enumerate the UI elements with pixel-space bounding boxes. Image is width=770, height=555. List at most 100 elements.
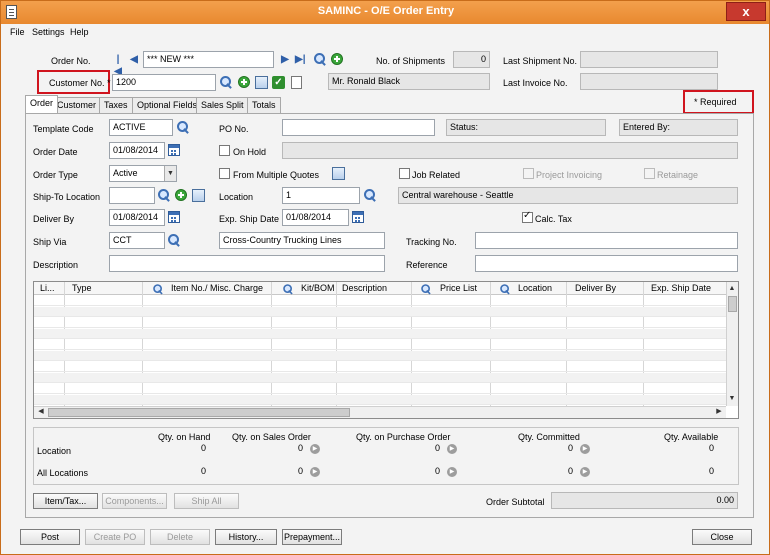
window-close-button[interactable]: x — [726, 2, 766, 21]
po-no-input[interactable] — [282, 119, 435, 136]
location-input[interactable]: 1 — [282, 187, 360, 204]
order-no-input[interactable]: *** NEW *** — [143, 51, 274, 68]
add-ship-to-location-plus-icon[interactable] — [175, 189, 187, 201]
description-input[interactable] — [109, 255, 385, 272]
exp-ship-date-input[interactable]: 01/08/2014 — [282, 209, 349, 226]
ship-via-description-input[interactable]: Cross-Country Trucking Lines — [219, 232, 385, 249]
prepayment-button[interactable]: Prepayment... — [282, 529, 342, 545]
template-code-search-icon[interactable] — [177, 121, 189, 133]
next-record-icon[interactable]: ▶ — [280, 54, 290, 66]
job-related-checkbox[interactable] — [399, 168, 410, 179]
purchase-order-drilldown-icon[interactable]: ▶ — [447, 444, 457, 454]
price-list-column-search-icon[interactable] — [421, 284, 431, 294]
ship-to-location-input[interactable] — [109, 187, 155, 204]
column-header-description[interactable]: Description — [342, 283, 387, 293]
on-hold-checkbox[interactable] — [219, 145, 230, 156]
column-header-kit-bom[interactable]: Kit/BOM — [301, 283, 335, 293]
column-header-location[interactable]: Location — [518, 283, 552, 293]
table-row[interactable] — [34, 373, 726, 383]
tab-customer[interactable]: Customer — [52, 97, 102, 113]
add-customer-plus-icon[interactable] — [238, 76, 250, 88]
location-qty-on-hand: 0 — [201, 443, 207, 453]
exp-ship-date-calendar-icon[interactable] — [352, 211, 364, 223]
menu-file[interactable]: File — [10, 27, 25, 37]
scroll-down-icon[interactable]: ▼ — [727, 394, 737, 404]
table-row[interactable] — [34, 329, 726, 339]
post-button[interactable]: Post — [20, 529, 80, 545]
location-column-search-icon[interactable] — [500, 284, 510, 294]
order-date-input[interactable]: 01/08/2014 — [109, 142, 165, 159]
order-details-grid[interactable]: Li... Type Item No./ Misc. Charge Kit/BO… — [33, 281, 739, 419]
table-row[interactable] — [34, 362, 726, 372]
retainage-label: Retainage — [657, 170, 699, 180]
all-sales-order-drilldown-icon[interactable]: ▶ — [310, 467, 320, 477]
column-header-item-no[interactable]: Item No./ Misc. Charge — [171, 283, 263, 293]
committed-drilldown-icon[interactable]: ▶ — [580, 444, 590, 454]
column-header-price-list[interactable]: Price List — [440, 283, 477, 293]
table-row[interactable] — [34, 296, 726, 306]
kit-column-search-icon[interactable] — [283, 284, 293, 294]
customer-verify-check-icon[interactable]: ✓ — [272, 76, 285, 89]
table-row[interactable] — [34, 384, 726, 394]
table-row[interactable] — [34, 340, 726, 350]
customer-no-label: Customer No. * — [49, 78, 111, 88]
scroll-up-icon[interactable]: ▲ — [727, 284, 737, 294]
from-multiple-quotes-checkbox[interactable] — [219, 168, 230, 179]
customer-document-icon[interactable] — [291, 76, 302, 89]
grid-horizontal-scrollbar[interactable]: ◀ ▶ — [34, 406, 726, 418]
item-column-search-icon[interactable] — [153, 284, 163, 294]
tab-optional-fields[interactable]: Optional Fields — [132, 97, 203, 113]
chevron-down-icon[interactable]: ▼ — [164, 166, 176, 181]
order-date-calendar-icon[interactable] — [168, 144, 180, 156]
column-header-type[interactable]: Type — [72, 283, 92, 293]
previous-record-icon[interactable]: ◀ — [129, 54, 139, 66]
item-tax-button[interactable]: Item/Tax... — [33, 493, 98, 509]
customer-info-icon[interactable] — [255, 76, 268, 89]
tracking-no-input[interactable] — [475, 232, 738, 249]
order-type-select[interactable]: Active ▼ — [109, 165, 177, 182]
tab-totals[interactable]: Totals — [247, 97, 281, 113]
calc-tax-checkbox[interactable] — [522, 210, 533, 223]
deliver-by-calendar-icon[interactable] — [168, 211, 180, 223]
all-committed-drilldown-icon[interactable]: ▶ — [580, 467, 590, 477]
ship-via-input[interactable]: CCT — [109, 232, 165, 249]
first-record-icon[interactable]: |◀ — [113, 54, 123, 77]
reference-input[interactable] — [475, 255, 738, 272]
menu-settings[interactable]: Settings — [32, 27, 65, 37]
ship-to-location-zoom-icon[interactable] — [192, 189, 205, 202]
table-row[interactable] — [34, 351, 726, 361]
close-button[interactable]: Close — [692, 529, 752, 545]
scroll-right-icon[interactable]: ▶ — [714, 407, 724, 417]
tab-order[interactable]: Order — [25, 95, 59, 113]
all-purchase-order-drilldown-icon[interactable]: ▶ — [447, 467, 457, 477]
scroll-left-icon[interactable]: ◀ — [36, 407, 46, 417]
last-invoice-field — [580, 73, 718, 90]
customer-finder-search-icon[interactable] — [220, 76, 232, 88]
ship-to-location-search-icon[interactable] — [158, 189, 170, 201]
history-button[interactable]: History... — [215, 529, 277, 545]
column-header-line[interactable]: Li... — [40, 283, 55, 293]
horizontal-scroll-thumb[interactable] — [48, 408, 350, 417]
grid-vertical-scrollbar[interactable]: ▲ ▼ — [726, 282, 738, 406]
quotes-zoom-icon[interactable] — [332, 167, 345, 180]
sales-order-drilldown-icon[interactable]: ▶ — [310, 444, 320, 454]
order-finder-search-icon[interactable] — [314, 53, 326, 65]
deliver-by-input[interactable]: 01/08/2014 — [109, 209, 165, 226]
new-order-plus-icon[interactable] — [331, 53, 343, 65]
column-header-deliver-by[interactable]: Deliver By — [575, 283, 616, 293]
menu-help[interactable]: Help — [70, 27, 89, 37]
tab-taxes[interactable]: Taxes — [99, 97, 133, 113]
tab-sales-split[interactable]: Sales Split — [196, 97, 249, 113]
template-code-input[interactable]: ACTIVE — [109, 119, 173, 136]
vertical-scroll-thumb[interactable] — [728, 296, 737, 312]
column-header-exp-ship-date[interactable]: Exp. Ship Date — [651, 283, 711, 293]
last-shipment-field — [580, 51, 718, 68]
table-row[interactable] — [34, 307, 726, 317]
table-row[interactable] — [34, 318, 726, 328]
ship-via-search-icon[interactable] — [168, 234, 180, 246]
location-search-icon[interactable] — [364, 189, 376, 201]
table-row[interactable] — [34, 395, 726, 405]
qty-on-sales-order-header: Qty. on Sales Order — [232, 432, 311, 442]
customer-no-input[interactable]: 1200 — [112, 74, 216, 91]
last-record-icon[interactable]: ▶| — [295, 54, 306, 66]
